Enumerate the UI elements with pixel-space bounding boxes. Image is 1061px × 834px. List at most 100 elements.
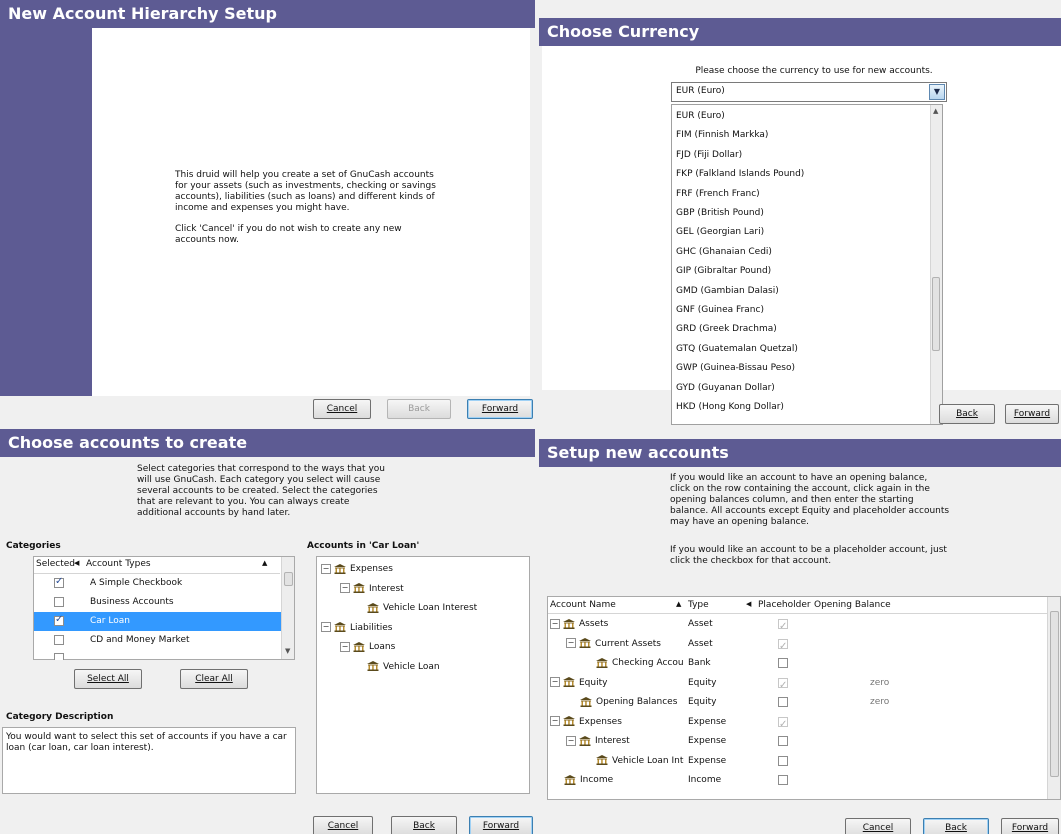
account-tree-item[interactable]: − Expenses <box>321 560 393 578</box>
bank-icon <box>564 774 576 785</box>
currency-option[interactable]: FIM (Finnish Markka) <box>676 126 768 145</box>
currency-option[interactable]: GHC (Ghanaian Cedi) <box>676 243 772 262</box>
currency-option[interactable]: EUR (Euro) <box>676 107 930 126</box>
currency-select[interactable]: EUR (Euro) ▼ <box>671 82 947 102</box>
account-tree-item[interactable]: Vehicle Loan Interest <box>367 599 477 617</box>
currency-prompt: Please choose the currency to use for ne… <box>695 66 933 76</box>
placeholder-checkbox[interactable] <box>778 697 788 707</box>
categories-scrollbar[interactable]: ▼ <box>281 557 294 659</box>
category-row[interactable]: CD and Money Market <box>34 631 281 650</box>
bank-icon <box>596 755 608 765</box>
account-row[interactable]: Income Income <box>548 771 1048 790</box>
currency-scrollbar[interactable]: ▲ <box>930 105 942 424</box>
category-row[interactable] <box>34 650 281 660</box>
opening-balance[interactable]: zero <box>870 674 889 693</box>
bank-icon <box>563 716 575 726</box>
placeholder-checkbox[interactable] <box>778 637 788 656</box>
collapse-icon[interactable]: − <box>321 622 331 632</box>
account-row[interactable]: − Equity Equity zero <box>548 674 1048 695</box>
opening-balance[interactable]: zero <box>870 693 889 712</box>
account-row[interactable]: − Interest Expense <box>548 732 1048 751</box>
account-name: Liabilities <box>350 622 393 633</box>
placeholder-checkbox[interactable] <box>778 658 788 668</box>
collapse-icon[interactable]: − <box>566 638 576 648</box>
back-button[interactable]: Back <box>939 404 995 424</box>
account-row[interactable]: Checking Accou Bank <box>548 654 1048 673</box>
col-placeholder[interactable]: Placeholder <box>758 600 811 610</box>
category-row[interactable]: A Simple Checkbook <box>34 574 281 593</box>
account-row[interactable]: − Assets Asset <box>548 615 1048 636</box>
account-tree-item[interactable]: − Liabilities <box>321 619 393 637</box>
currency-option[interactable]: GRD (Greek Drachma) <box>676 320 777 339</box>
select-all-button[interactable]: Select All <box>74 669 142 689</box>
placeholder-checkbox[interactable] <box>778 736 788 746</box>
scroll-up-icon[interactable]: ▲ <box>933 107 938 115</box>
account-type: Equity <box>688 697 717 707</box>
col-type[interactable]: Type <box>688 600 709 610</box>
account-row[interactable]: Opening Balances Equity zero <box>548 693 1048 712</box>
collapse-icon[interactable]: − <box>550 677 560 687</box>
currency-option[interactable]: GIP (Gibraltar Pound) <box>676 262 771 281</box>
back-button[interactable]: Back <box>391 816 457 834</box>
currency-option[interactable]: GMD (Gambian Dalasi) <box>676 282 779 301</box>
scroll-thumb[interactable] <box>1050 611 1059 777</box>
col-selected[interactable]: Selected <box>36 559 75 569</box>
currency-option[interactable]: GEL (Georgian Lari) <box>676 223 764 242</box>
accounts-scrollbar[interactable] <box>1047 597 1060 799</box>
category-checkbox[interactable] <box>54 614 64 626</box>
collapse-icon[interactable]: − <box>566 735 576 746</box>
scroll-thumb[interactable] <box>284 572 293 586</box>
forward-button[interactable]: Forward <box>469 816 533 834</box>
collapse-icon[interactable]: − <box>340 583 350 593</box>
currency-option[interactable]: FJD (Fiji Dollar) <box>676 146 742 165</box>
collapse-icon[interactable]: − <box>550 716 560 726</box>
clear-all-button[interactable]: Clear All <box>180 669 248 689</box>
category-checkbox[interactable] <box>54 653 64 660</box>
dropdown-arrow-icon[interactable]: ▼ <box>929 84 945 100</box>
placeholder-checkbox[interactable] <box>778 617 788 636</box>
currency-option[interactable]: FKP (Falkland Islands Pound) <box>676 165 804 184</box>
back-button[interactable]: Back <box>923 818 989 834</box>
currency-option[interactable]: HKD (Hong Kong Dollar) <box>676 398 784 417</box>
col-opening-balance[interactable]: Opening Balance <box>814 600 891 610</box>
placeholder-checkbox[interactable] <box>778 676 788 695</box>
collapse-icon[interactable]: − <box>340 641 350 652</box>
currency-dropdown-list[interactable]: EUR (Euro) FIM (Finnish Markka) FJD (Fiji … <box>671 104 943 425</box>
col-account-types[interactable]: Account Types <box>86 559 151 569</box>
category-checkbox[interactable] <box>54 635 64 645</box>
account-type: Expense <box>688 716 727 727</box>
cancel-button[interactable]: Cancel <box>313 816 373 834</box>
placeholder-checkbox[interactable] <box>778 715 788 734</box>
category-row[interactable]: Business Accounts <box>34 593 281 612</box>
currency-option[interactable]: GBP (British Pound) <box>676 204 764 223</box>
forward-button[interactable]: Forward <box>1001 818 1059 834</box>
forward-button[interactable]: Forward <box>1005 404 1059 424</box>
category-checkbox[interactable] <box>54 597 64 607</box>
currency-option[interactable]: GNF (Guinea Franc) <box>676 301 764 320</box>
cancel-button[interactable]: Cancel <box>845 818 911 834</box>
scroll-down-icon[interactable]: ▼ <box>285 647 290 655</box>
category-row[interactable]: Car Loan <box>34 612 281 631</box>
placeholder-checkbox[interactable] <box>778 775 788 785</box>
currency-option[interactable]: GYD (Guyanan Dollar) <box>676 379 775 398</box>
placeholder-checkbox[interactable] <box>778 755 788 766</box>
currency-option[interactable]: GWP (Guinea-Bissau Peso) <box>676 359 795 378</box>
category-checkbox[interactable] <box>54 576 64 588</box>
collapse-icon[interactable]: − <box>321 563 331 574</box>
cancel-button[interactable]: Cancel <box>313 399 371 419</box>
currency-option[interactable]: FRF (French Franc) <box>676 185 760 204</box>
account-row[interactable]: − Expenses Expense <box>548 713 1048 734</box>
account-tree-item[interactable]: − Loans <box>340 638 395 656</box>
scroll-thumb[interactable] <box>932 277 940 351</box>
back-button[interactable]: Back <box>387 399 451 419</box>
account-row[interactable]: − Current Assets Asset <box>548 635 1048 656</box>
account-tree-item[interactable]: Vehicle Loan <box>367 658 440 676</box>
forward-button[interactable]: Forward <box>467 399 533 419</box>
collapse-icon[interactable]: − <box>550 618 560 629</box>
col-account-name[interactable]: Account Name <box>550 600 616 610</box>
account-tree-item[interactable]: − Interest <box>340 580 404 598</box>
category-description-box: You would want to select this set of acc… <box>2 727 296 794</box>
intro-text: Select categories that correspond to the… <box>137 464 385 518</box>
account-row[interactable]: Vehicle Loan Inte Expense <box>548 752 1048 771</box>
currency-option[interactable]: GTQ (Guatemalan Quetzal) <box>676 340 798 359</box>
